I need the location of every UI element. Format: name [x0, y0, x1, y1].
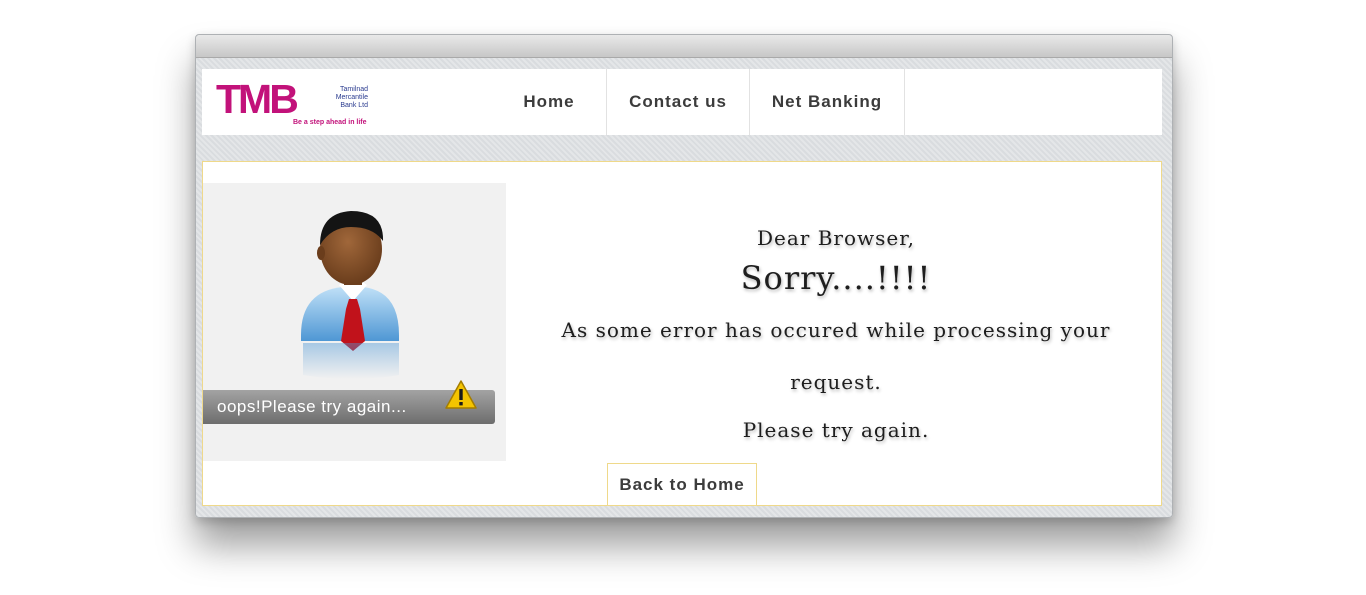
nav-home[interactable]: Home — [492, 69, 607, 135]
main-nav: Home Contact us Net Banking — [492, 69, 905, 135]
logo-mark: TMB — [216, 76, 299, 122]
warning-icon — [445, 380, 477, 409]
error-message-block: Dear Browser, Sorry....!!!! As some erro… — [516, 224, 1156, 452]
nav-net-banking[interactable]: Net Banking — [750, 69, 905, 135]
tmb-logo[interactable]: TMB Tamilnad Mercantile Bank Ltd Be a st… — [216, 79, 386, 129]
back-to-home-button[interactable]: Back to Home — [607, 463, 757, 505]
sorry-heading: Sorry....!!!! — [740, 259, 932, 297]
oops-caption-text: oops!Please try again... — [217, 397, 407, 416]
browser-window: TMB Tamilnad Mercantile Bank Ltd Be a st… — [195, 34, 1173, 518]
error-illustration: oops!Please try again... — [203, 183, 506, 461]
window-titlebar — [196, 35, 1172, 58]
retry-text: Please try again. — [742, 418, 930, 442]
logo-bank-name: Tamilnad Mercantile Bank Ltd — [335, 86, 368, 109]
error-description: As some error has occured while processi… — [561, 318, 1111, 394]
site-header: TMB Tamilnad Mercantile Bank Ltd Be a st… — [202, 69, 1162, 135]
logo-tagline: Be a step ahead in life — [293, 119, 367, 126]
nav-contact-us[interactable]: Contact us — [607, 69, 750, 135]
greeting-text: Dear Browser, — [757, 226, 915, 250]
error-panel: oops!Please try again... Dear Browser, S… — [202, 161, 1162, 506]
